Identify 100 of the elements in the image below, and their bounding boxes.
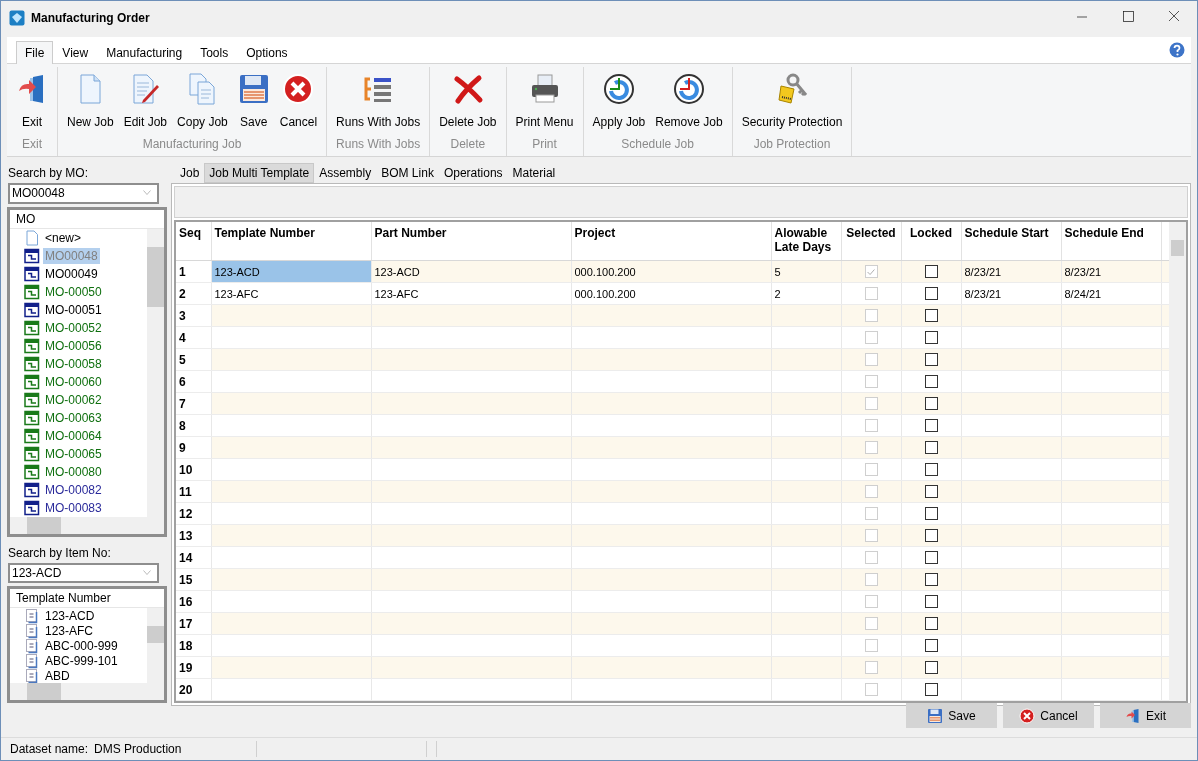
checkbox[interactable] (924, 595, 938, 609)
tree-item[interactable]: ABC-000-999 (43, 638, 120, 653)
table-cell: 8/24/21 (1061, 282, 1161, 305)
column-header[interactable]: Seq (176, 222, 211, 261)
schedule-icon (24, 463, 40, 480)
tree-item[interactable]: ABC-999-101 (43, 653, 120, 668)
checkbox[interactable] (924, 573, 938, 587)
tree-item[interactable]: MO-00058 (43, 355, 104, 372)
checkbox[interactable] (924, 441, 938, 455)
tree-item[interactable]: MO-00062 (43, 391, 104, 408)
tree-item[interactable]: MO-00080 (43, 463, 104, 480)
checkbox[interactable] (924, 397, 938, 411)
print-menu-button[interactable]: Print Menu (510, 67, 579, 133)
schedule-icon (24, 499, 40, 516)
column-header[interactable]: Part Number (371, 222, 571, 261)
checkbox[interactable] (924, 331, 938, 345)
checkbox[interactable] (924, 551, 938, 565)
tree-item[interactable]: MO-00082 (43, 481, 104, 498)
column-header[interactable]: Locked (901, 222, 961, 261)
tree-item[interactable]: <new> (43, 229, 84, 246)
checkbox[interactable] (924, 485, 938, 499)
remove-job-button[interactable]: Remove Job (650, 67, 728, 133)
help-icon[interactable] (1169, 42, 1185, 58)
vertical-scrollbar[interactable] (147, 608, 164, 683)
list-header: Template Number (10, 589, 164, 608)
exit-button[interactable]: Exit (11, 67, 53, 133)
checkbox[interactable] (924, 463, 938, 477)
horizontal-scrollbar[interactable] (10, 683, 164, 700)
edit-job-button[interactable]: Edit Job (118, 67, 173, 133)
checkbox[interactable] (924, 353, 938, 367)
checkbox[interactable] (924, 419, 938, 433)
exit-button[interactable]: Exit (1100, 703, 1191, 728)
menu-tab[interactable]: Tools (191, 41, 238, 64)
tree-item[interactable]: MO-00051 (43, 301, 104, 318)
status-value: DMS Production (94, 742, 182, 756)
row-number: 1 (176, 260, 211, 283)
table-cell: 123-AFC (371, 282, 571, 305)
save-button[interactable]: Save (906, 703, 997, 728)
tree-item[interactable]: 123-AFC (43, 623, 96, 638)
table-cell: 000.100.200 (571, 260, 771, 283)
delete-job-button[interactable]: Delete Job (434, 67, 502, 133)
tree-item[interactable]: MO-00083 (43, 499, 104, 516)
tree-item[interactable]: 123-ACD (43, 608, 97, 623)
tab[interactable]: Job Multi Template (204, 163, 315, 183)
template-icon (24, 667, 40, 683)
row-number: 3 (176, 304, 211, 327)
checkbox[interactable] (924, 287, 938, 301)
row-number: 19 (176, 656, 211, 679)
tab[interactable]: Material (507, 163, 561, 183)
apply-job-button[interactable]: Apply Job (587, 67, 651, 133)
schedule-icon (24, 427, 40, 444)
checkbox[interactable] (924, 617, 938, 631)
tab[interactable]: BOM Link (376, 163, 439, 183)
column-header[interactable]: Alowable Late Days (771, 222, 841, 261)
security-protection-button[interactable]: Security Protection (736, 67, 848, 133)
column-header[interactable]: Project (571, 222, 771, 261)
checkbox[interactable] (924, 309, 938, 323)
tab[interactable]: Operations (438, 163, 508, 183)
tree-item[interactable]: MO-00065 (43, 445, 104, 462)
cancel-button[interactable]: Cancel (274, 67, 323, 133)
dropdown-field[interactable]: 123-ACD (8, 562, 159, 583)
tree-item[interactable]: MO-00063 (43, 409, 104, 426)
checkbox[interactable] (924, 265, 938, 279)
horizontal-scrollbar[interactable] (10, 516, 164, 534)
tree-item[interactable]: ABD (43, 668, 72, 683)
cancel-button[interactable]: Cancel (1003, 703, 1094, 728)
schedule-icon (24, 319, 40, 336)
schedule-icon (24, 409, 40, 426)
checkbox[interactable] (924, 507, 938, 521)
dropdown-field[interactable]: MO00048 (8, 183, 159, 204)
menu-tab[interactable]: File (16, 41, 54, 64)
row-number: 20 (176, 678, 211, 701)
menu-tab[interactable]: View (53, 41, 98, 64)
chevron-down-icon (141, 189, 153, 198)
new-job-button[interactable]: New Job (62, 67, 119, 133)
column-header[interactable]: Schedule End (1061, 222, 1161, 261)
tab[interactable]: Assembly (314, 163, 377, 183)
checkbox[interactable] (924, 683, 938, 697)
menu-tab[interactable]: Options (237, 41, 297, 64)
tree-item[interactable]: MO-00064 (43, 427, 104, 444)
menu-tab[interactable]: Manufacturing (97, 41, 192, 64)
copy-job-button[interactable]: Copy Job (172, 67, 233, 133)
checkbox[interactable] (924, 661, 938, 675)
tree-item[interactable]: MO-00052 (43, 319, 104, 336)
vertical-scrollbar[interactable] (147, 228, 164, 517)
tree-item[interactable]: MO-00056 (43, 337, 104, 354)
checkbox[interactable] (924, 639, 938, 653)
door-arrow-icon (1125, 707, 1141, 724)
save-button[interactable]: Save (232, 67, 275, 133)
column-header[interactable]: Template Number (211, 222, 371, 261)
row-number: 10 (176, 458, 211, 481)
tab[interactable]: Job (175, 163, 205, 183)
vertical-scrollbar[interactable] (1169, 222, 1186, 701)
tree-item[interactable]: MO-00050 (43, 283, 104, 300)
tree-item[interactable]: MO00049 (43, 265, 100, 282)
column-header[interactable]: Schedule Start (961, 222, 1061, 261)
checkbox[interactable] (924, 375, 938, 389)
tree-item[interactable]: MO-00060 (43, 373, 104, 390)
runs-with-jobs-button[interactable]: Runs With Jobs (331, 67, 426, 133)
checkbox[interactable] (924, 529, 938, 543)
